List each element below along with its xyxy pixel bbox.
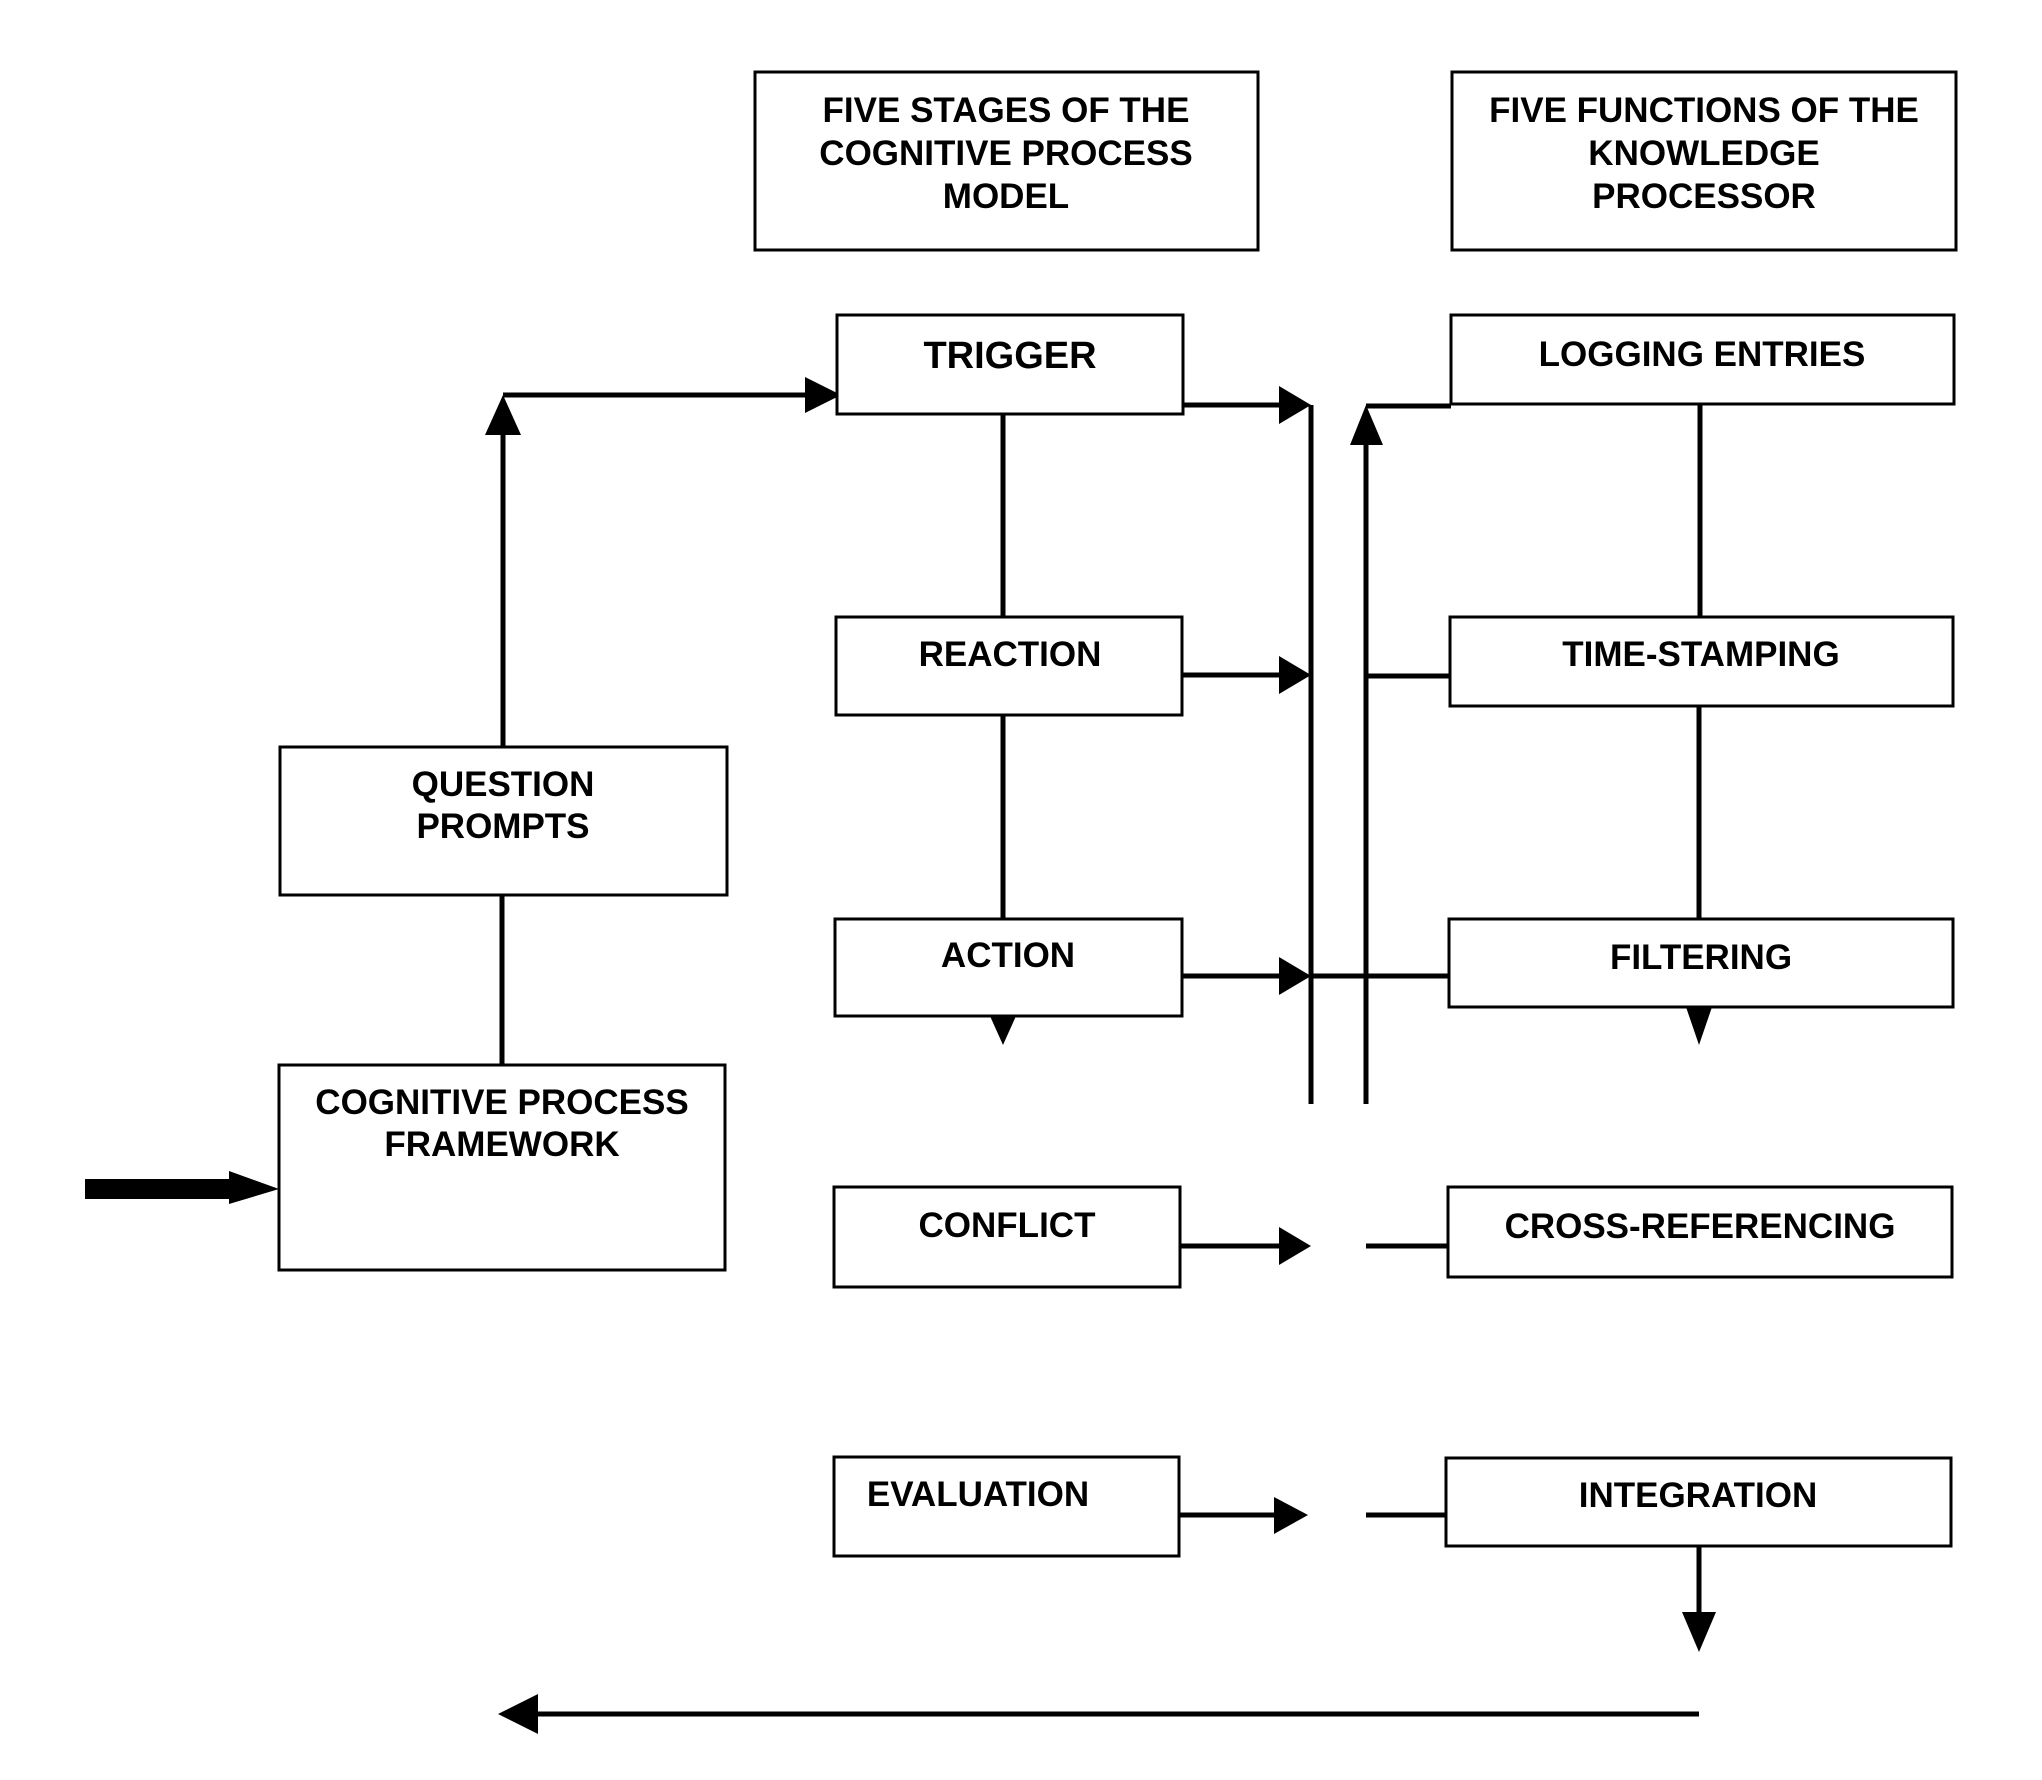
- filtering-down-arrow-head: [1686, 1007, 1712, 1045]
- stage-reaction-box: REACTION: [834, 615, 1184, 717]
- reaction-out-arrow-head: [1279, 656, 1311, 694]
- header-cognitive-model-line-2: COGNITIVE PROCESS: [819, 134, 1192, 173]
- integration-down-arrow-head: [1682, 1612, 1716, 1652]
- action-out-arrow-head: [1279, 957, 1311, 995]
- stage-evaluation-box: EVALUATION: [832, 1455, 1181, 1558]
- header-knowledge-processor-line-1: FIVE FUNCTIONS OF THE: [1489, 91, 1919, 130]
- stage-conflict-label: CONFLICT: [919, 1206, 1096, 1245]
- framework-line-1: COGNITIVE PROCESS: [315, 1083, 688, 1122]
- question-prompts-line-1: QUESTION: [412, 765, 595, 804]
- conflict-out-arrow-head: [1279, 1227, 1311, 1265]
- cognitive-process-framework-box: COGNITIVE PROCESS FRAMEWORK: [277, 1063, 727, 1272]
- header-cognitive-model-line-3: MODEL: [943, 177, 1069, 216]
- framework-line-2: FRAMEWORK: [384, 1125, 619, 1164]
- header-cognitive-model-line-1: FIVE STAGES OF THE: [823, 91, 1190, 130]
- function-integration-box: INTEGRATION: [1444, 1456, 1953, 1548]
- function-logging-entries-label: LOGGING ENTRIES: [1539, 335, 1866, 374]
- function-integration-label: INTEGRATION: [1579, 1476, 1818, 1515]
- stage-action-box: ACTION: [833, 917, 1184, 1018]
- header-cognitive-model: FIVE STAGES OF THE COGNITIVE PROCESS MOD…: [753, 70, 1260, 252]
- stage-trigger-label: TRIGGER: [923, 335, 1096, 377]
- evaluation-out-arrow-head: [1274, 1497, 1308, 1534]
- header-knowledge-processor: FIVE FUNCTIONS OF THE KNOWLEDGE PROCESSO…: [1450, 70, 1958, 252]
- function-time-stamping-label: TIME-STAMPING: [1562, 635, 1839, 674]
- function-logging-entries-box: LOGGING ENTRIES: [1449, 313, 1956, 406]
- stage-trigger-box: TRIGGER: [835, 313, 1185, 416]
- stage-reaction-label: REACTION: [919, 635, 1102, 674]
- stage-conflict-box: CONFLICT: [832, 1185, 1182, 1289]
- question-prompts-box: QUESTION PROMPTS: [278, 745, 729, 897]
- function-filtering-label: FILTERING: [1610, 938, 1792, 977]
- question-prompts-line-2: PROMPTS: [416, 807, 589, 846]
- function-filtering-box: FILTERING: [1447, 917, 1955, 1009]
- function-bus-up-arrow-head: [1350, 405, 1383, 445]
- function-cross-referencing-label: CROSS-REFERENCING: [1505, 1207, 1896, 1246]
- stage-action-label: ACTION: [941, 936, 1075, 975]
- header-knowledge-processor-line-3: PROCESSOR: [1592, 177, 1816, 216]
- cognitive-process-diagram: FIVE STAGES OF THE COGNITIVE PROCESS MOD…: [85, 70, 1958, 1734]
- action-down-arrow-head: [990, 1016, 1016, 1045]
- header-knowledge-processor-line-2: KNOWLEDGE: [1588, 134, 1819, 173]
- input-arrow-head: [229, 1171, 279, 1204]
- stage-evaluation-label: EVALUATION: [867, 1475, 1089, 1514]
- function-cross-referencing-box: CROSS-REFERENCING: [1446, 1185, 1954, 1279]
- return-arrow-head: [498, 1694, 538, 1734]
- trigger-out-arrow-head: [1279, 386, 1311, 424]
- function-time-stamping-box: TIME-STAMPING: [1448, 615, 1955, 708]
- prompts-up-arrow-head: [485, 395, 521, 435]
